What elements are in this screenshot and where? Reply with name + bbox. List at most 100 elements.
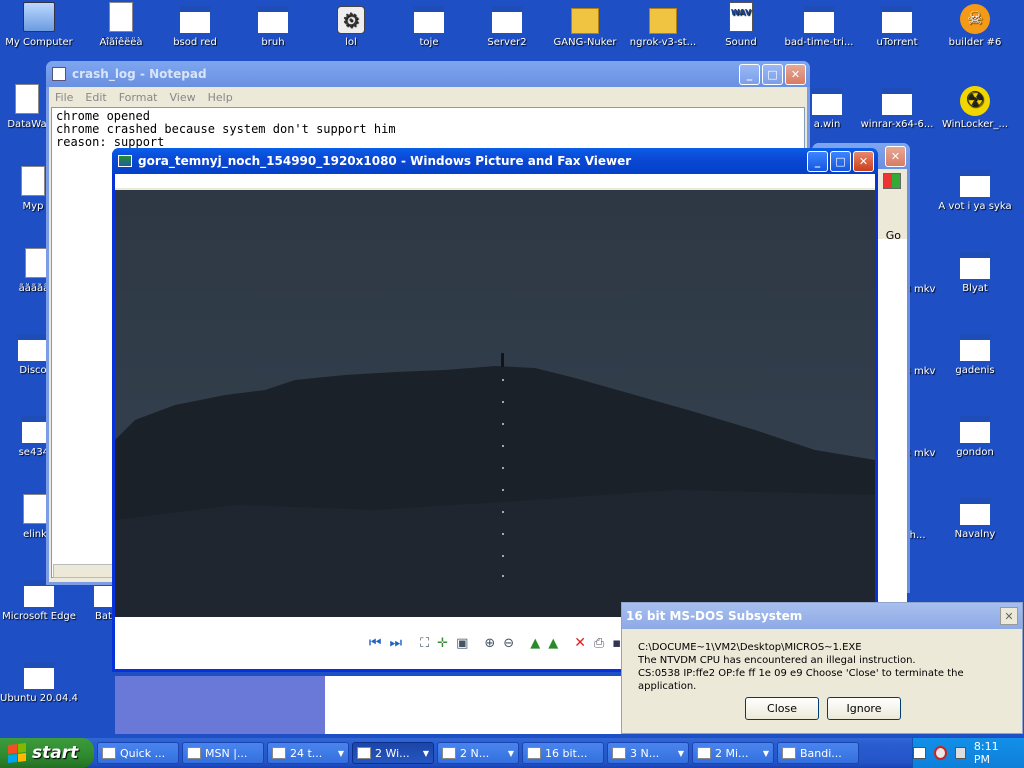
close-button[interactable]: Close <box>745 697 819 720</box>
desktop-icon-label: My Computer <box>5 37 73 48</box>
taskbar-item[interactable]: 24 t... ▼ <box>267 742 349 764</box>
taskbar-item[interactable]: 2 Wi... ▼ <box>352 742 434 764</box>
notepad-horizontal-scrollbar[interactable] <box>53 564 113 578</box>
window-icon <box>179 2 211 34</box>
menu-help[interactable]: Help <box>208 91 233 104</box>
dos-dialog[interactable]: 16 bit MS-DOS Subsystem ✕ C:\DOCUME~1\VM… <box>621 602 1023 734</box>
ignore-button[interactable]: Ignore <box>827 697 901 720</box>
background-panel <box>115 676 325 734</box>
zoom-out-icon[interactable]: ⊖ <box>503 636 514 651</box>
slideshow-icon[interactable]: ▣ <box>456 636 468 651</box>
viewer-titlebar: gora_temnyj_noch_154990_1920x1080 - Wind… <box>112 148 878 174</box>
notepad-icon <box>612 747 626 759</box>
zoom-in-icon[interactable]: ⊕ <box>484 636 495 651</box>
desktop-icon-label: WinLocker_... <box>941 119 1009 130</box>
keyboard-icon[interactable] <box>912 747 926 759</box>
dos-dialog-close-icon[interactable]: ✕ <box>1000 607 1018 625</box>
background-panel <box>325 676 625 734</box>
ie-close-icon[interactable]: ✕ <box>885 145 906 167</box>
best-fit-icon[interactable]: ⛶ <box>420 636 429 651</box>
window-icon <box>811 84 843 116</box>
clock[interactable]: 8:11 PM <box>974 740 1014 766</box>
rotate-clockwise-icon[interactable]: ▲ <box>530 636 540 651</box>
desktop-icon-label: winrar-x64-6... <box>860 119 934 130</box>
notepad-minimize-icon[interactable]: _ <box>739 63 760 85</box>
app-tray-icon[interactable] <box>933 746 947 760</box>
desktop-icon-bruh[interactable]: bruh <box>234 2 312 49</box>
skull-icon: ☠ <box>959 2 991 34</box>
menu-view[interactable]: View <box>170 91 196 104</box>
window-icon <box>23 658 55 690</box>
next-image-icon[interactable]: ⏭ <box>389 635 402 651</box>
windows-logo-icon <box>8 743 26 763</box>
taskbar-item-label: MSN |... <box>205 746 248 760</box>
viewer-maximize-icon[interactable]: □ <box>830 150 851 172</box>
desktop-icon-utorrent[interactable]: uTorrent <box>858 2 936 49</box>
start-label: start <box>32 743 79 763</box>
desktop-icon-bad-time[interactable]: bad-time-tri... <box>780 2 858 49</box>
menu-file[interactable]: File <box>55 91 73 104</box>
desktop-icon-label: ngrok-v3-st... <box>629 37 697 48</box>
delete-icon[interactable]: ✕ <box>574 635 586 651</box>
desktop-icon-gang-nuker[interactable]: GANG-Nuker <box>546 2 624 49</box>
notepad-close-icon[interactable]: ✕ <box>785 63 806 85</box>
rotate-counterclockwise-icon[interactable]: ▲ <box>548 636 558 651</box>
window-icon <box>17 330 49 362</box>
menu-edit[interactable]: Edit <box>85 91 106 104</box>
dos-dialog-error: The NTVDM CPU has encountered an illegal… <box>638 655 916 666</box>
save-icon[interactable]: ▪ <box>612 636 621 651</box>
taskbar-item-label: 2 Wi... <box>375 746 410 760</box>
picture-viewer-icon <box>118 155 132 167</box>
previous-image-icon[interactable]: ⏮ <box>369 635 382 651</box>
actual-size-icon[interactable]: ✛ <box>437 636 448 651</box>
window-icon <box>527 747 541 759</box>
dos-dialog-details: CS:0538 IP:ffe2 OP:fe ff 1e 09 e9 Choose… <box>638 668 964 692</box>
ie-go-button[interactable]: Go <box>886 229 901 242</box>
desktop-icon-winrar[interactable]: winrar-x64-6... <box>858 84 936 131</box>
start-button[interactable]: start <box>0 738 94 768</box>
wav-icon: WAV <box>725 2 757 34</box>
desktop-icon-ngrok[interactable]: ngrok-v3-st... <box>624 2 702 49</box>
desktop-icon-server2[interactable]: Server2 <box>468 2 546 49</box>
viewer-close-icon[interactable]: ✕ <box>853 150 874 172</box>
taskbar: start Quick ... MSN |... 24 t... ▼ 2 Wi... ▼ 2… <box>0 738 1024 768</box>
app-icon <box>17 166 49 198</box>
desktop-icon-bsod-red[interactable]: bsod red <box>156 2 234 49</box>
taskbar-item[interactable]: MSN |... <box>182 742 264 764</box>
desktop-icon-label: bruh <box>261 37 285 48</box>
app-icon <box>697 747 711 759</box>
radiation-icon: ☢ <box>959 84 991 116</box>
desktop-icon-label: lol <box>345 37 357 48</box>
desktop-icon-lol[interactable]: ⚙ lol <box>312 2 390 49</box>
taskbar-item[interactable]: 3 N... ▼ <box>607 742 689 764</box>
desktop-icon-avot[interactable]: A vot i ya syka <box>936 166 1014 213</box>
bandicam-icon <box>782 747 796 759</box>
taskbar-item[interactable]: 2 N... ▼ <box>437 742 519 764</box>
notepad-titlebar: crash_log - Notepad _ □ ✕ <box>46 61 810 87</box>
taskbar-item-label: Bandi... <box>800 746 842 760</box>
desktop-icon-sound[interactable]: WAV Sound <box>702 2 780 49</box>
notepad-maximize-icon[interactable]: □ <box>762 63 783 85</box>
taskbar-item[interactable]: Quick ... <box>97 742 179 764</box>
desktop-icon-ubuntu[interactable]: Ubuntu 20.04.4 LTS <box>0 658 78 705</box>
window-icon <box>272 747 286 759</box>
taskbar-item[interactable]: 2 Mi... ▼ <box>692 742 774 764</box>
viewer-minimize-icon[interactable]: _ <box>807 150 828 172</box>
desktop-icon-toje[interactable]: toje <box>390 2 468 49</box>
notepad-line: chrome crashed because system don't supp… <box>56 122 396 136</box>
taskbar-item[interactable]: 16 bit... <box>522 742 604 764</box>
system-tray: 8:11 PM <box>912 738 1024 768</box>
desktop: My Computer Ãîãîêëëà bsod red bruh ⚙ lol toje S… <box>0 0 1024 738</box>
viewer-title: gora_temnyj_noch_154990_1920x1080 - Wind… <box>138 154 632 168</box>
desktop-icon-my-computer[interactable]: My Computer <box>0 2 78 49</box>
desktop-icon-builder6[interactable]: ☠ builder #6 <box>936 2 1014 49</box>
print-icon[interactable]: ⎙ <box>594 636 604 651</box>
night-mountain-photo <box>115 190 875 617</box>
taskbar-item[interactable]: Bandi... <box>777 742 859 764</box>
quick-launch-icon <box>102 747 116 759</box>
menu-format[interactable]: Format <box>119 91 158 104</box>
volume-icon[interactable] <box>954 747 966 759</box>
picture-viewer-window[interactable]: gora_temnyj_noch_154990_1920x1080 - Wind… <box>112 148 878 672</box>
desktop-icon-shortcut1[interactable]: Ãîãîêëëà <box>82 2 160 49</box>
desktop-icon-winlocker[interactable]: ☢ WinLocker_... <box>936 84 1014 131</box>
